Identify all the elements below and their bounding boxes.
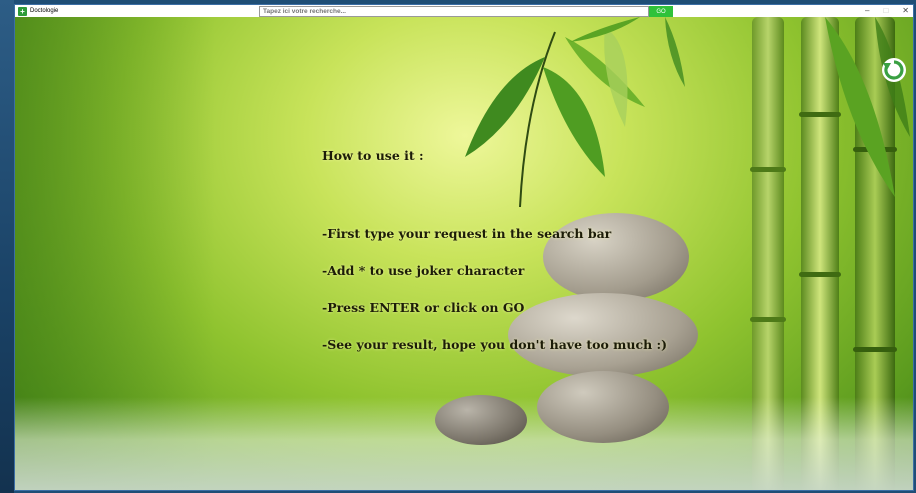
- window-controls: – □ ✕: [865, 5, 909, 17]
- help-line: -First type your request in the search b…: [322, 226, 612, 241]
- doctologie-cross-icon: +: [18, 6, 27, 16]
- bamboo-leaf: [825, 17, 910, 197]
- maximize-button[interactable]: □: [883, 5, 888, 17]
- go-button[interactable]: GO: [649, 6, 673, 17]
- window-title: Doctologie: [30, 8, 59, 14]
- app-window: + Doctologie – □ ✕ How to use it: -Firs…: [14, 4, 914, 491]
- minimize-button[interactable]: –: [865, 5, 869, 17]
- stone-middle: [508, 293, 698, 377]
- close-button[interactable]: ✕: [902, 5, 909, 17]
- help-line: -Press ENTER or click on GO: [322, 300, 525, 315]
- help-line: -See your result, hope you don't have to…: [322, 337, 668, 352]
- search-input[interactable]: [259, 6, 649, 17]
- bamboo-leaves-illustration: [465, 17, 685, 208]
- refresh-icon[interactable]: [881, 57, 907, 83]
- help-heading: How to use it :: [322, 148, 424, 163]
- background-scene: How to use it : -First type your request…: [15, 17, 913, 490]
- stone-bottom: [537, 371, 669, 443]
- desktop-background: [0, 0, 14, 493]
- help-line: -Add * to use joker character: [322, 263, 525, 278]
- stone-small: [435, 395, 527, 445]
